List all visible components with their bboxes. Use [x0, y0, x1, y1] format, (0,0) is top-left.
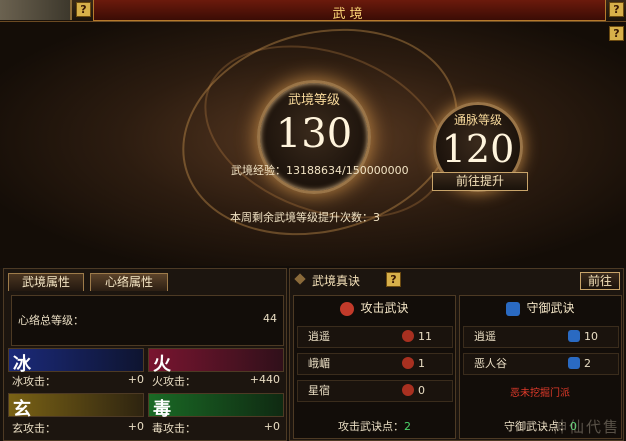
fire-attack-row: 火攻击： +440 [152, 373, 288, 388]
attack-skill-row[interactable]: 峨嵋 1 [297, 353, 453, 375]
attack-skill-name: 峨嵋 [308, 357, 330, 370]
help-button-left[interactable]: ? [76, 2, 91, 17]
attack-points-label: 攻击武诀点： [338, 420, 404, 433]
mystic-attack-value: +0 [127, 420, 144, 433]
fire-element-banner: 火 [148, 348, 284, 375]
attack-skill-icon [402, 357, 414, 369]
poison-char: 毒 [153, 399, 171, 420]
title-banner: 武境 [93, 0, 606, 22]
meridian-total-box: 心络总等级： 44 [11, 295, 284, 346]
attack-art-title: 攻击武诀 [360, 301, 409, 315]
attack-skill-icon [402, 384, 414, 396]
window-title: 武境 [332, 7, 367, 22]
attack-skill-value: 11 [418, 330, 432, 343]
realm-exp: 武境经验：13188634/150000000 [231, 164, 409, 177]
ice-element-banner: 冰 [8, 348, 144, 375]
defense-skill-name: 恶人谷 [474, 357, 507, 370]
tab-meridian-attributes[interactable]: 心络属性 [90, 273, 168, 291]
vein-level-value: 120 [441, 127, 515, 171]
goto-button[interactable]: 前往 [580, 272, 620, 290]
shield-icon [506, 301, 521, 316]
help-button-realm[interactable]: ? [609, 26, 624, 41]
attributes-panel: 武境属性 心络属性 心络总等级： 44 冰 冰攻击： +0 火 火攻击： +44… [3, 268, 287, 441]
defense-skill-value: 10 [584, 330, 598, 343]
help-button-true-art[interactable]: ? [386, 272, 401, 287]
goto-upgrade-button[interactable]: 前往提升 [432, 172, 528, 191]
mystic-attack-label: 玄攻击： [12, 422, 56, 435]
attack-points: 攻击武诀点：2 [294, 418, 455, 434]
defense-skill-name: 逍遥 [474, 330, 496, 343]
fire-attack-label: 火攻击： [152, 375, 196, 388]
defense-skill-icon [568, 330, 580, 342]
attack-art-header: 攻击武诀 [294, 296, 455, 320]
realm-display: ? 武境等级 130 通脉等级 120 武境经验：13188634/150000… [0, 22, 626, 266]
fire-attack-value: +440 [249, 373, 280, 386]
diamond-icon [294, 273, 306, 285]
realm-level-value: 130 [275, 111, 353, 157]
meridian-total-value: 44 [263, 312, 277, 325]
bottom-section: 武境属性 心络属性 心络总等级： 44 冰 冰攻击： +0 火 火攻击： +44… [0, 268, 626, 441]
vein-level-label: 通脉等级 [453, 113, 502, 127]
attack-skill-value: 1 [418, 357, 425, 370]
poison-attack-value: +0 [263, 420, 280, 433]
true-art-title: 武境真诀 [312, 274, 361, 288]
attack-art-column: 攻击武诀 逍遥 11 峨嵋 1 星宿 0 攻击武诀点：2 [293, 295, 456, 439]
attack-skill-icon [402, 330, 414, 342]
title-bar: ? 武境 ? [0, 0, 626, 22]
poison-attack-label: 毒攻击： [152, 422, 196, 435]
ice-attack-value: +0 [127, 373, 144, 386]
weekly-upgrades-remaining: 本周剩余武境等级提升次数：3 [230, 211, 380, 224]
attack-skill-row[interactable]: 星宿 0 [297, 380, 453, 402]
tab-realm-attributes[interactable]: 武境属性 [8, 273, 84, 291]
window-thumbnail [0, 0, 72, 20]
help-button-right[interactable]: ? [609, 2, 624, 17]
ice-attack-row: 冰攻击： +0 [12, 373, 148, 388]
defense-skill-row[interactable]: 恶人谷 2 [463, 353, 619, 375]
unexcavated-sect-text: 恶未挖掘门派 [510, 388, 570, 399]
mystic-element-banner: 玄 [8, 393, 144, 420]
watermark: 神仙代售 [551, 418, 620, 436]
mystic-char: 玄 [13, 399, 31, 420]
attack-skill-name: 逍遥 [308, 330, 330, 343]
defense-skill-icon [568, 357, 580, 369]
attack-skill-row[interactable]: 逍遥 11 [297, 326, 453, 348]
poison-element-banner: 毒 [148, 393, 284, 420]
defense-art-title: 守御武诀 [526, 301, 575, 315]
mystic-attack-row: 玄攻击： +0 [12, 420, 148, 435]
meridian-total-label: 心络总等级： [18, 314, 84, 327]
attack-skill-name: 星宿 [308, 384, 330, 397]
poison-attack-row: 毒攻击： +0 [152, 420, 288, 435]
attack-icon [340, 301, 355, 316]
defense-skill-value: 2 [584, 357, 591, 370]
attack-points-value: 2 [404, 420, 411, 433]
attack-skill-value: 0 [418, 384, 425, 397]
defense-art-header: 守御武诀 [460, 296, 621, 320]
realm-level-label: 武境等级 [287, 93, 340, 108]
defense-skill-row[interactable]: 逍遥 10 [463, 326, 619, 348]
ice-attack-label: 冰攻击： [12, 375, 56, 388]
